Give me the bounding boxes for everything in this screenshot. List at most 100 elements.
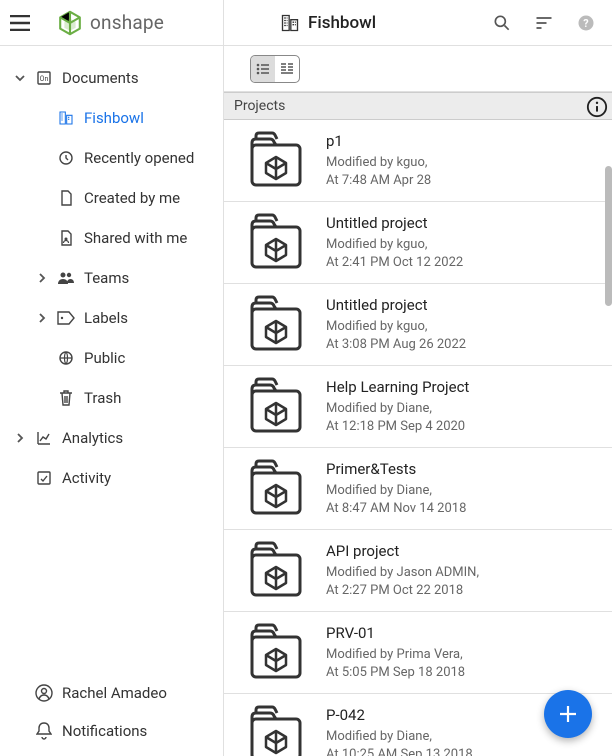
sidebar-item-label: Trash [84, 389, 121, 407]
sidebar-item-trash[interactable]: Trash [0, 378, 223, 418]
project-modified-at: At 2:41 PM Oct 12 2022 [326, 254, 463, 272]
search-icon[interactable] [490, 11, 514, 35]
project-name: PRV-01 [326, 624, 465, 642]
sort-icon[interactable] [532, 11, 556, 35]
project-row[interactable]: Primer&Tests Modified by Diane,At 8:47 AM… [224, 448, 612, 530]
menu-icon[interactable] [6, 9, 34, 37]
sidebar-item-label: Created by me [84, 189, 180, 207]
sidebar-item-recently-opened[interactable]: Recently opened [0, 138, 223, 178]
sidebar-item-label: Shared with me [84, 229, 187, 247]
globe-icon [54, 350, 78, 366]
sidebar-item-label: Public [84, 349, 125, 367]
building-icon [280, 13, 300, 33]
page-title: Fishbowl [308, 13, 376, 33]
plus-icon [557, 703, 579, 725]
documents-icon: On [32, 70, 56, 86]
onshape-logo-icon [56, 9, 84, 37]
sidebar-item-teams[interactable]: Teams [0, 258, 223, 298]
sidebar-item-label: Labels [84, 309, 128, 327]
project-folder-icon [246, 213, 306, 273]
sidebar-item-analytics[interactable]: Analytics [0, 418, 223, 458]
document-icon [54, 190, 78, 206]
section-header: Projects [224, 92, 612, 120]
building-icon [54, 110, 78, 126]
brand-name: onshape [90, 11, 164, 34]
project-modified-at: At 3:08 PM Aug 26 2022 [326, 336, 466, 354]
label-icon [54, 311, 78, 325]
sidebar-item-documents[interactable]: On Documents [0, 58, 223, 98]
sidebar-item-label: Analytics [62, 429, 123, 447]
scrollbar-thumb[interactable] [605, 166, 612, 306]
sidebar-item-label: Teams [84, 269, 129, 287]
project-folder-icon [246, 131, 306, 191]
sidebar-item-activity[interactable]: Activity [0, 458, 223, 498]
sidebar-item-shared-with-me[interactable]: Shared with me [0, 218, 223, 258]
project-modified-by: Modified by Jason ADMIN, [326, 564, 479, 582]
analytics-icon [32, 430, 56, 446]
chevron-right-icon [8, 432, 32, 444]
view-toggle[interactable] [250, 55, 300, 83]
list-view-icon[interactable] [251, 56, 275, 82]
sidebar-notifications[interactable]: Notifications [0, 712, 223, 750]
teams-icon [54, 270, 78, 286]
project-row[interactable]: Help Learning ProjectModified by Diane,A… [224, 366, 612, 448]
project-modified-by: Modified by kguo, [326, 154, 431, 172]
project-row[interactable]: Untitled projectModified by kguo,At 3:08… [224, 284, 612, 366]
shared-doc-icon [54, 230, 78, 246]
clock-icon [54, 150, 78, 166]
info-icon[interactable] [584, 94, 610, 120]
project-modified-at: At 5:05 PM Sep 18 2018 [326, 664, 465, 682]
sidebar-item-fishbowl[interactable]: Fishbowl [0, 98, 223, 138]
content-toolbar [224, 46, 612, 92]
chevron-right-icon [30, 272, 54, 284]
project-modified-by: Modified by kguo, [326, 318, 466, 336]
sidebar-item-label: Recently opened [84, 149, 194, 167]
sidebar-item-label: Documents [62, 69, 139, 87]
sidebar-user[interactable]: Rachel Amadeo [0, 674, 223, 712]
help-icon[interactable]: ? [574, 11, 598, 35]
bell-icon [32, 722, 56, 740]
svg-text:?: ? [583, 17, 588, 30]
svg-text:On: On [40, 75, 49, 83]
breadcrumb[interactable]: Fishbowl [280, 13, 490, 33]
project-modified-at: At 10:25 AM Sep 13 2018 [326, 746, 473, 756]
brand-logo[interactable]: onshape [56, 9, 164, 37]
user-name: Rachel Amadeo [62, 684, 167, 702]
project-modified-by: Modified by Diane, [326, 728, 473, 746]
project-folder-icon [246, 623, 306, 683]
sidebar-item-label: Activity [62, 469, 111, 487]
project-row[interactable]: PRV-01Modified by Prima Vera,At 5:05 PM … [224, 612, 612, 694]
project-folder-icon [246, 459, 306, 519]
trash-icon [54, 390, 78, 406]
project-name: API project [326, 542, 479, 560]
project-modified-by: Modified by Diane, [326, 482, 466, 500]
sidebar-item-created-by-me[interactable]: Created by me [0, 178, 223, 218]
grid-view-icon[interactable] [275, 56, 299, 82]
project-row[interactable]: p1 Modified by kguo,At 7:48 AM Apr 28 [224, 120, 612, 202]
sidebar-item-labels[interactable]: Labels [0, 298, 223, 338]
project-folder-icon [246, 705, 306, 756]
chevron-down-icon [8, 72, 32, 84]
sidebar-item-label: Fishbowl [84, 109, 144, 127]
project-modified-at: At 8:47 AM Nov 14 2018 [326, 500, 466, 518]
project-name: Help Learning Project [326, 378, 469, 396]
project-folder-icon [246, 541, 306, 601]
content: Projects p1Modified by kguo,At 7:48 AM A… [224, 46, 612, 756]
project-modified-at: At 12:18 PM Sep 4 2020 [326, 418, 469, 436]
chevron-right-icon [30, 312, 54, 324]
project-name: p1 [326, 132, 431, 150]
top-header: onshape Fishbowl ? [0, 0, 612, 46]
project-row[interactable]: API project Modified by Jason ADMIN,At 2:… [224, 530, 612, 612]
sidebar: On Documents Fishbowl Recently opened Cr… [0, 46, 224, 756]
section-header-label: Projects [234, 98, 285, 114]
project-folder-icon [246, 295, 306, 355]
project-modified-at: At 7:48 AM Apr 28 [326, 172, 431, 190]
project-name: P-042 [326, 706, 473, 724]
sidebar-item-public[interactable]: Public [0, 338, 223, 378]
user-icon [32, 684, 56, 702]
project-name: Primer&Tests [326, 460, 466, 478]
activity-icon [32, 470, 56, 486]
create-button[interactable] [544, 690, 592, 738]
project-row[interactable]: Untitled projectModified by kguo,At 2:41… [224, 202, 612, 284]
project-modified-at: At 2:27 PM Oct 22 2018 [326, 582, 479, 600]
